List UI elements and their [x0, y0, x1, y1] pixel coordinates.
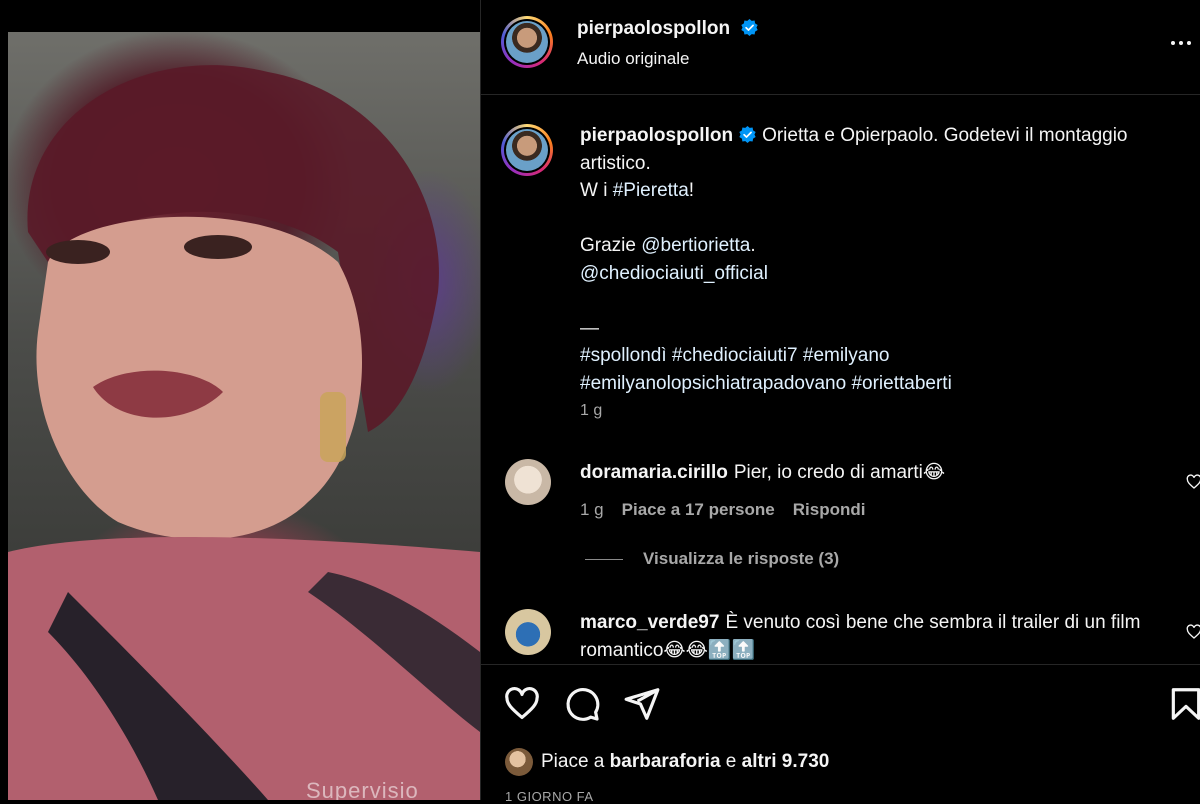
- hashtags-link[interactable]: #spollondì #chediociaiuti7 #emilyano #em…: [580, 345, 952, 394]
- comment-meta: 1 g Piace a 17 persone Rispondi: [580, 500, 865, 520]
- caption-time: 1 g: [580, 402, 603, 419]
- comment-avatar[interactable]: [505, 459, 551, 505]
- comment-time: 1 g: [580, 500, 604, 519]
- mention-link[interactable]: @bertiorietta: [641, 235, 750, 256]
- mention-link[interactable]: @chediociaiuti_official: [580, 263, 768, 284]
- comment-like-icon[interactable]: [1186, 474, 1200, 490]
- post-detail-panel: pierpaolospollon Audio originale pierpao…: [480, 0, 1200, 804]
- video-frame: [8, 65, 480, 800]
- liker-avatar: [505, 748, 533, 776]
- caption-username[interactable]: pierpaolospollon: [580, 125, 733, 146]
- comment-text: Pier, io credo di amarti😂: [733, 462, 946, 483]
- view-replies-label: Visualizza le risposte (3): [643, 549, 840, 568]
- video-player[interactable]: [8, 32, 480, 800]
- post-header: pierpaolospollon Audio originale: [481, 0, 1200, 95]
- post-media[interactable]: Supervisio: [0, 0, 480, 800]
- author-username[interactable]: pierpaolospollon: [577, 18, 730, 39]
- caption-dash: —: [580, 317, 599, 339]
- author-username-wrap: pierpaolospollon: [577, 18, 758, 40]
- likes-others[interactable]: altri 9.730: [742, 751, 830, 772]
- comment-icon[interactable]: [563, 685, 601, 723]
- liker-username[interactable]: barbaraforia: [610, 751, 721, 772]
- reply-button[interactable]: Rispondi: [793, 500, 866, 520]
- audio-link[interactable]: Audio originale: [577, 49, 689, 69]
- comment: marco_verde97 È venuto così bene che semb…: [580, 609, 1160, 665]
- verified-icon: [740, 19, 758, 36]
- view-replies-button[interactable]: Visualizza le risposte (3): [585, 549, 839, 569]
- caption-thanks: Grazie: [580, 235, 642, 256]
- caption-text: pierpaolospollon Orietta e Opierpaolo. Go…: [580, 122, 1160, 397]
- share-icon[interactable]: [623, 685, 661, 723]
- post-actions: Piace a barbaraforia e altri 9.730 1 GIO…: [481, 664, 1200, 804]
- comment: doramaria.cirillo Pier, io credo di amart…: [580, 459, 1160, 487]
- caption-w: W i: [580, 180, 613, 201]
- heart-icon[interactable]: [503, 685, 541, 723]
- bookmark-icon[interactable]: [1167, 685, 1200, 723]
- comment-username[interactable]: marco_verde97: [580, 612, 719, 633]
- more-options-icon[interactable]: [1171, 33, 1199, 53]
- comment-avatar[interactable]: [505, 609, 551, 655]
- video-subtitle: Supervisio: [306, 778, 419, 800]
- caption-author-avatar[interactable]: [501, 124, 553, 176]
- author-avatar[interactable]: [501, 16, 553, 68]
- likes-middle: e: [720, 751, 742, 772]
- comment-likes[interactable]: Piace a 17 persone: [622, 500, 775, 520]
- post-timestamp: 1 GIORNO FA: [505, 789, 594, 804]
- caption-punct: .: [750, 235, 756, 256]
- verified-icon: [739, 126, 756, 143]
- likes-summary[interactable]: Piace a barbaraforia e altri 9.730: [505, 748, 829, 776]
- likes-prefix: Piace a: [541, 751, 610, 772]
- comment-like-icon[interactable]: [1186, 624, 1200, 640]
- hashtag-link[interactable]: #Pieretta: [613, 180, 689, 201]
- comment-username[interactable]: doramaria.cirillo: [580, 462, 728, 483]
- caption-punct: !: [688, 180, 695, 201]
